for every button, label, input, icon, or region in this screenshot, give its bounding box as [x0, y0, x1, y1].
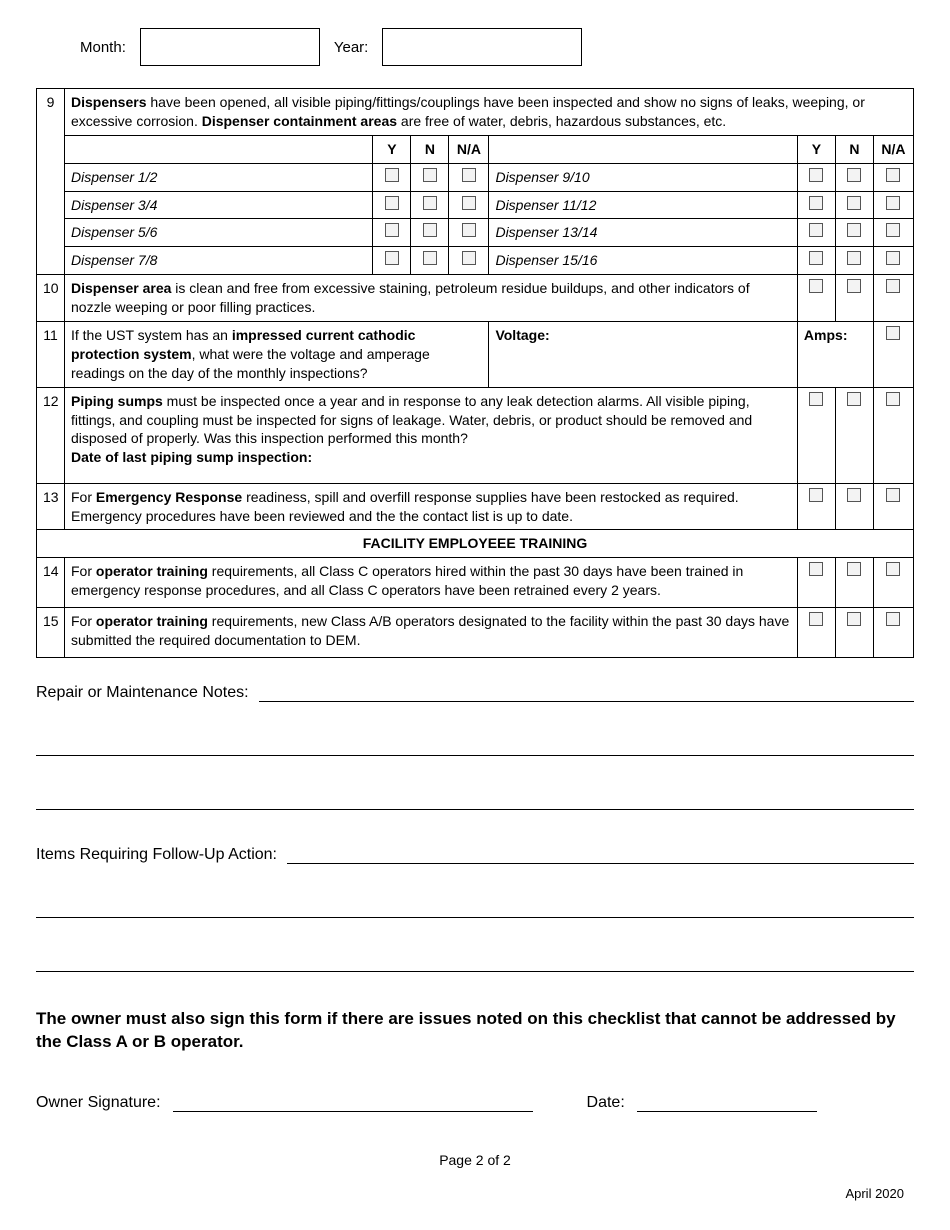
- row-15-text: For operator training requirements, new …: [65, 608, 798, 658]
- col-na: N/A: [449, 135, 489, 163]
- disp-9-10: Dispenser 9/10: [489, 163, 797, 191]
- checkbox[interactable]: [423, 251, 437, 265]
- row-13-text: For Emergency Response readiness, spill …: [65, 483, 798, 530]
- month-input[interactable]: [140, 28, 320, 66]
- date-line[interactable]: [637, 1094, 817, 1112]
- inspection-table: 9 Dispensers have been opened, all visib…: [36, 88, 914, 658]
- disp-3-4: Dispenser 3/4: [65, 191, 373, 219]
- checkbox[interactable]: [847, 196, 861, 210]
- checkbox[interactable]: [385, 196, 399, 210]
- checkbox[interactable]: [809, 251, 823, 265]
- owner-sig-label: Owner Signature:: [36, 1094, 161, 1112]
- checkbox[interactable]: [809, 612, 823, 626]
- amps-label: Amps:: [797, 322, 873, 388]
- checkbox[interactable]: [886, 279, 900, 293]
- row-14-num: 14: [37, 558, 65, 608]
- checkbox[interactable]: [886, 326, 900, 340]
- disp-5-6: Dispenser 5/6: [65, 219, 373, 247]
- checkbox[interactable]: [423, 196, 437, 210]
- checkbox[interactable]: [886, 251, 900, 265]
- row-9-num: 9: [37, 89, 65, 275]
- section-training: FACILITY EMPLOYEEE TRAINING: [37, 530, 914, 558]
- checkbox[interactable]: [385, 251, 399, 265]
- col-n: N: [411, 135, 449, 163]
- row-14-text: For operator training requirements, all …: [65, 558, 798, 608]
- checkbox[interactable]: [886, 196, 900, 210]
- checkbox[interactable]: [809, 488, 823, 502]
- year-input[interactable]: [382, 28, 582, 66]
- disp-11-12: Dispenser 11/12: [489, 191, 797, 219]
- row-9-intro: Dispensers have been opened, all visible…: [65, 89, 914, 136]
- row-15-num: 15: [37, 608, 65, 658]
- disp-7-8: Dispenser 7/8: [65, 247, 373, 275]
- col-na-2: N/A: [873, 135, 913, 163]
- checkbox[interactable]: [809, 223, 823, 237]
- followup-block: Items Requiring Follow-Up Action:: [36, 846, 914, 972]
- checkbox[interactable]: [385, 223, 399, 237]
- row-12-num: 12: [37, 387, 65, 483]
- row-13-num: 13: [37, 483, 65, 530]
- signature-row: Owner Signature: Date:: [36, 1094, 914, 1112]
- checkbox[interactable]: [886, 612, 900, 626]
- row-11-num: 11: [37, 322, 65, 388]
- checkbox[interactable]: [423, 168, 437, 182]
- followup-line-3[interactable]: [36, 954, 914, 972]
- disp-15-16: Dispenser 15/16: [489, 247, 797, 275]
- owner-sig-line[interactable]: [173, 1094, 533, 1112]
- col-y: Y: [373, 135, 411, 163]
- checkbox[interactable]: [385, 168, 399, 182]
- checkbox[interactable]: [847, 392, 861, 406]
- followup-label: Items Requiring Follow-Up Action:: [36, 846, 277, 864]
- checkbox[interactable]: [847, 251, 861, 265]
- repair-notes-line-2[interactable]: [36, 738, 914, 756]
- date-label: Date:: [587, 1094, 625, 1112]
- row-12-text: Piping sumps must be inspected once a ye…: [65, 387, 798, 483]
- checkbox[interactable]: [809, 196, 823, 210]
- page-footer: Page 2 of 2: [36, 1152, 914, 1168]
- checkbox[interactable]: [886, 168, 900, 182]
- checkbox[interactable]: [886, 562, 900, 576]
- disp-13-14: Dispenser 13/14: [489, 219, 797, 247]
- row-11-text: If the UST system has an impressed curre…: [65, 322, 489, 388]
- col-n-2: N: [835, 135, 873, 163]
- followup-line[interactable]: [287, 846, 914, 864]
- checkbox[interactable]: [809, 279, 823, 293]
- month-label: Month:: [80, 39, 126, 56]
- checkbox[interactable]: [886, 392, 900, 406]
- checkbox[interactable]: [462, 251, 476, 265]
- checkbox[interactable]: [423, 223, 437, 237]
- checkbox[interactable]: [886, 488, 900, 502]
- checkbox[interactable]: [847, 279, 861, 293]
- row-10-num: 10: [37, 275, 65, 322]
- repair-notes-label: Repair or Maintenance Notes:: [36, 684, 249, 702]
- repair-notes-line[interactable]: [259, 684, 914, 702]
- revision-date: April 2020: [36, 1186, 914, 1201]
- header-inputs: Month: Year:: [80, 28, 914, 66]
- voltage-label: Voltage:: [489, 322, 797, 388]
- year-label: Year:: [334, 39, 368, 56]
- checkbox[interactable]: [809, 168, 823, 182]
- checkbox[interactable]: [847, 562, 861, 576]
- checkbox[interactable]: [847, 223, 861, 237]
- checkbox[interactable]: [809, 562, 823, 576]
- checkbox[interactable]: [847, 612, 861, 626]
- checkbox[interactable]: [847, 168, 861, 182]
- checkbox[interactable]: [462, 196, 476, 210]
- owner-note: The owner must also sign this form if th…: [36, 1008, 914, 1054]
- checkbox[interactable]: [462, 168, 476, 182]
- col-y-2: Y: [797, 135, 835, 163]
- row-10-text: Dispenser area is clean and free from ex…: [65, 275, 798, 322]
- repair-notes-line-3[interactable]: [36, 792, 914, 810]
- checkbox[interactable]: [847, 488, 861, 502]
- checkbox[interactable]: [886, 223, 900, 237]
- disp-1-2: Dispenser 1/2: [65, 163, 373, 191]
- checkbox[interactable]: [462, 223, 476, 237]
- repair-notes-block: Repair or Maintenance Notes:: [36, 684, 914, 810]
- checkbox[interactable]: [809, 392, 823, 406]
- followup-line-2[interactable]: [36, 900, 914, 918]
